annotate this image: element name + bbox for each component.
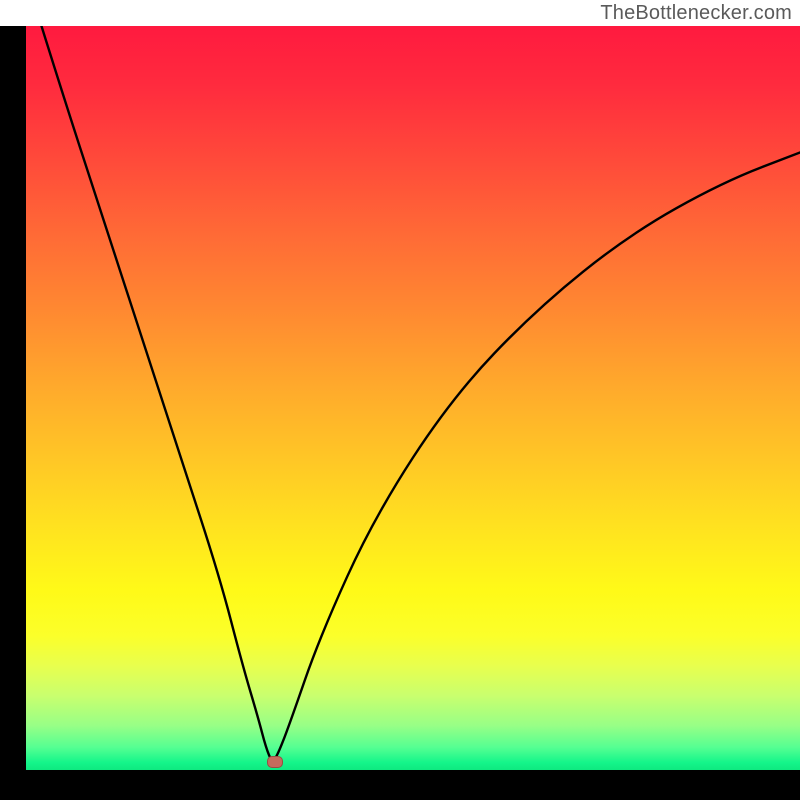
left-axis-border [0,26,26,800]
plot-area [26,26,800,770]
optimal-point-marker [267,756,283,768]
bottleneck-curve [41,26,800,760]
bottom-axis-border [0,770,800,800]
header-bar: TheBottlenecker.com [0,0,800,26]
curve-svg [26,26,800,770]
chart-frame: TheBottlenecker.com [0,0,800,800]
source-label: TheBottlenecker.com [600,2,792,25]
